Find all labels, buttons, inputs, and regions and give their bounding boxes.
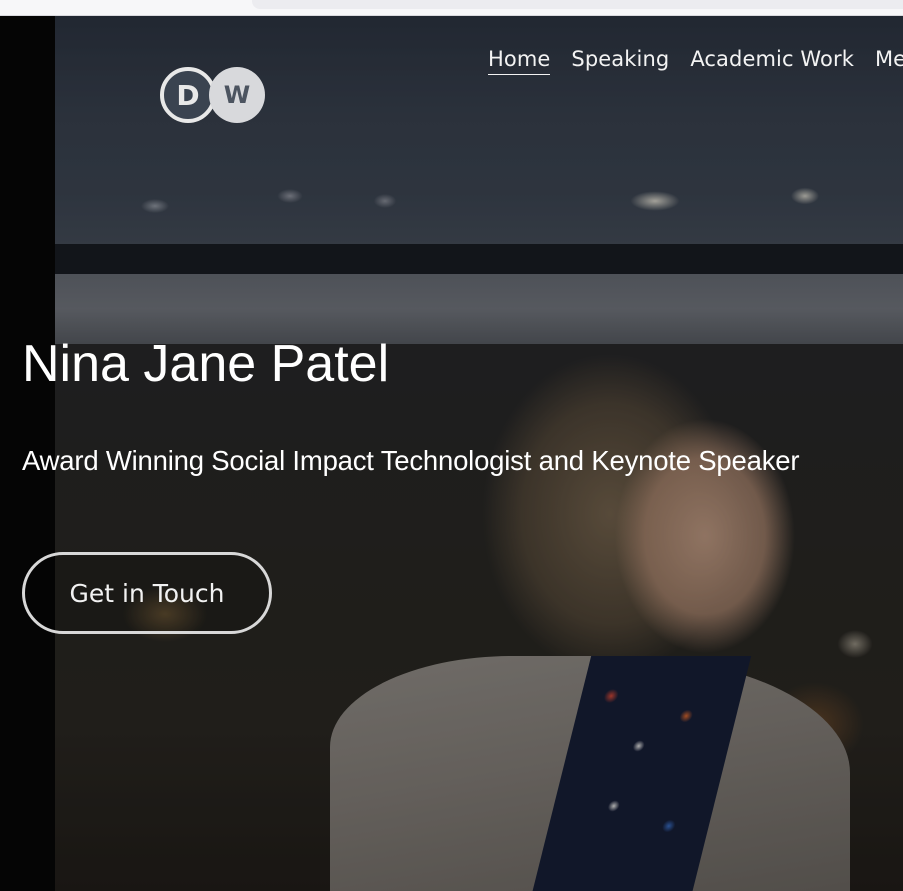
dw-logo-w: W [209,67,265,123]
get-in-touch-button[interactable]: Get in Touch [22,552,272,634]
address-bar[interactable] [252,0,903,9]
hero-title: Nina Jane Patel [22,335,390,393]
nav-item-home[interactable]: Home [488,47,551,75]
dw-logo: D W [160,67,270,127]
nav-item-speaking[interactable]: Speaking [571,47,669,75]
nav-item-academic-work[interactable]: Academic Work [690,47,854,75]
nav-item-media[interactable]: Med [875,47,903,75]
hero-section: D W Home Speaking Academic Work Med Nina… [0,16,903,891]
browser-top-strip [0,0,903,16]
hero-subtitle: Award Winning Social Impact Technologist… [22,445,800,476]
main-nav: Home Speaking Academic Work Med [488,47,903,75]
dw-logo-d: D [160,67,216,123]
